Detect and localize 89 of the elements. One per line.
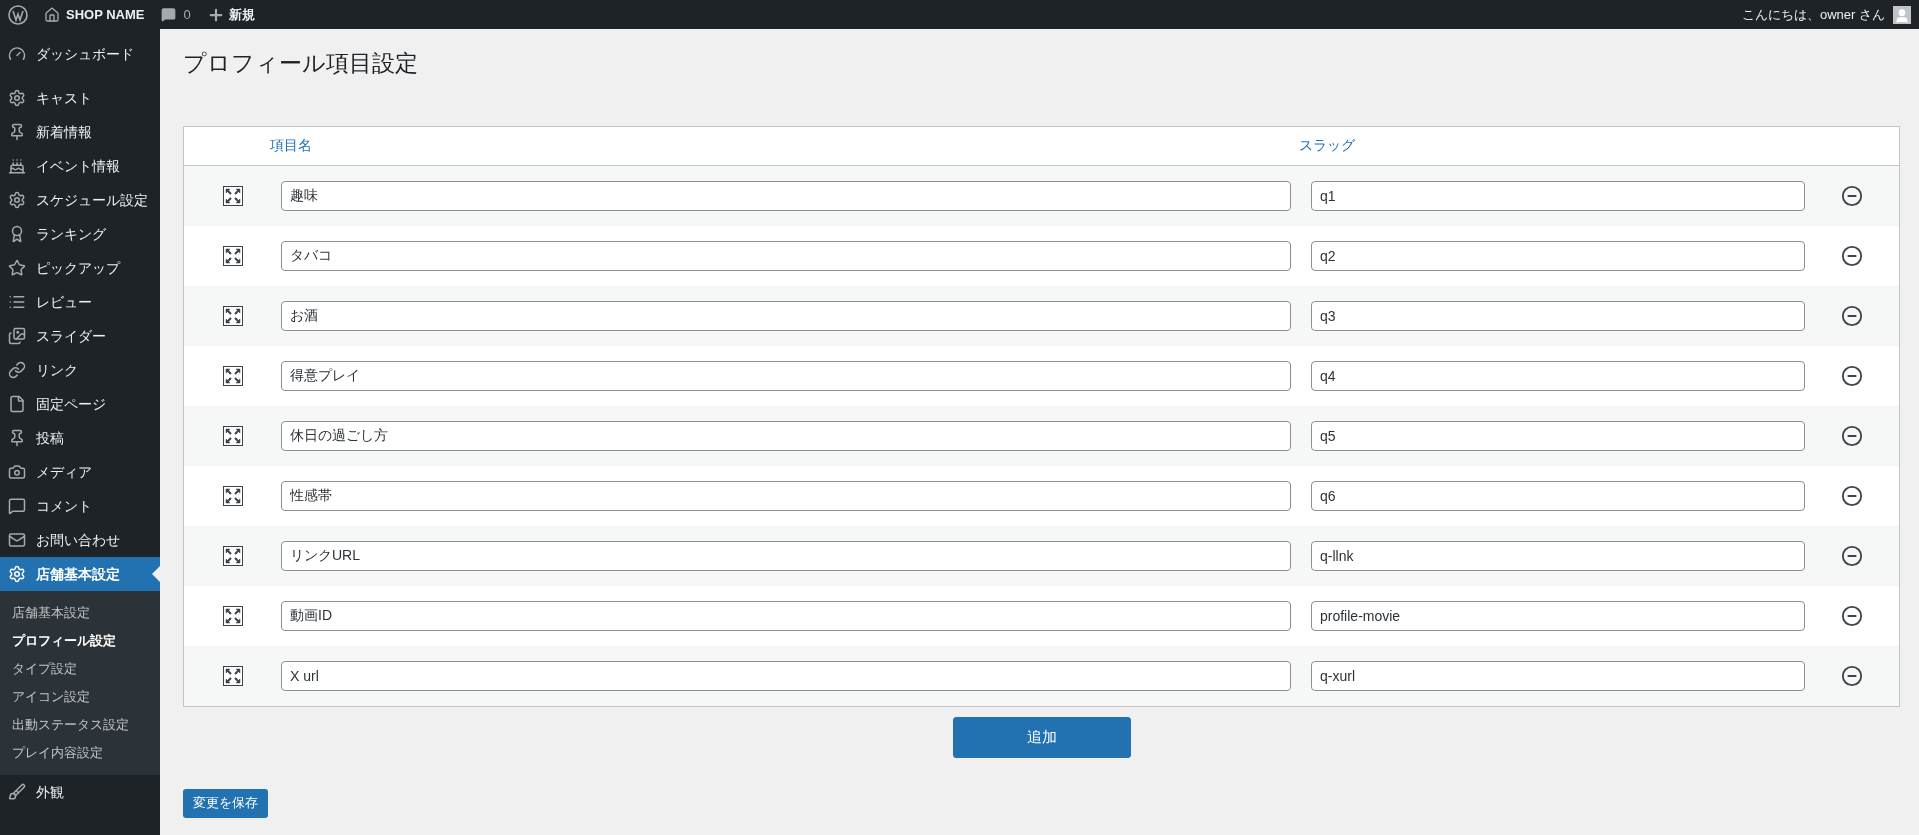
slug-input-field[interactable]: q5 <box>1311 420 1805 451</box>
submenu-item[interactable]: プレイ内容設定 <box>0 739 160 767</box>
sidebar-item[interactable]: 店舗基本設定 <box>0 557 160 591</box>
cake-icon <box>8 157 26 175</box>
sidebar-item[interactable]: 新着情報 <box>0 115 160 149</box>
save-button[interactable]: 変更を保存 <box>183 788 268 818</box>
submenu-item[interactable]: タイプ設定 <box>0 655 160 683</box>
wordpress-logo-icon[interactable] <box>8 4 28 25</box>
sidebar-item[interactable]: スライダー <box>0 319 160 353</box>
column-header: 項目名 <box>270 136 313 155</box>
submenu-item[interactable]: アイコン設定 <box>0 683 160 711</box>
expand-icon[interactable] <box>222 485 243 506</box>
expand-icon[interactable] <box>222 545 243 566</box>
slug-input-field[interactable]: q2 <box>1311 240 1805 271</box>
slug-input-field[interactable]: q4 <box>1311 360 1805 391</box>
pin-icon <box>8 429 26 447</box>
submenu-item[interactable]: プロフィール設定 <box>0 627 160 655</box>
submenu-item[interactable]: 出動ステータス設定 <box>0 711 160 739</box>
pin-icon <box>8 123 26 141</box>
name-input-field[interactable]: 得意プレイ <box>281 360 1291 391</box>
remove-icon[interactable] <box>1841 664 1863 687</box>
sidebar-item[interactable]: 固定ページ <box>0 387 160 421</box>
name-input-field[interactable]: 性感帯 <box>281 480 1291 511</box>
slug-input-field[interactable]: q-xurl <box>1311 660 1805 691</box>
name-input-field[interactable]: タバコ <box>281 240 1291 271</box>
greeting-text[interactable]: こんにちは、owner さん <box>1741 4 1885 25</box>
name-input-field[interactable]: お酒 <box>281 300 1291 331</box>
new-link[interactable]: 新規 <box>228 4 255 25</box>
expand-icon[interactable] <box>222 185 243 206</box>
submenu-item[interactable]: 店舗基本設定 <box>0 599 160 627</box>
gear-icon <box>8 565 26 583</box>
list-icon <box>8 293 26 311</box>
name-input-field[interactable]: 動画ID <box>281 600 1291 631</box>
expand-icon[interactable] <box>222 425 243 446</box>
slug-input-field[interactable]: q6 <box>1311 480 1805 511</box>
slug-input-field[interactable]: q3 <box>1311 300 1805 331</box>
column-header: スラッグ <box>1299 136 1355 155</box>
expand-icon[interactable] <box>222 365 243 386</box>
remove-icon[interactable] <box>1841 184 1863 207</box>
sidebar-item[interactable]: コメント <box>0 489 160 523</box>
camera-icon <box>8 463 26 481</box>
sidebar-item[interactable]: レビュー <box>0 285 160 319</box>
sidebar-item[interactable]: ダッシュボード <box>0 37 160 71</box>
brush-icon <box>8 783 26 801</box>
sidebar-item[interactable]: キャスト <box>0 81 160 115</box>
slug-input-field[interactable]: profile-movie <box>1311 600 1805 631</box>
link-icon <box>8 361 26 379</box>
expand-icon[interactable] <box>222 665 243 686</box>
name-input-field[interactable]: X url <box>281 660 1291 691</box>
home-icon[interactable] <box>44 6 60 23</box>
expand-icon[interactable] <box>222 605 243 626</box>
page-title: プロフィール項目設定 <box>183 49 419 78</box>
gear-icon <box>8 89 26 107</box>
sidebar-item[interactable]: ランキング <box>0 217 160 251</box>
gauge-icon <box>8 45 26 63</box>
slug-input-field[interactable]: q1 <box>1311 180 1805 211</box>
comment-count[interactable]: 0 <box>183 4 191 25</box>
comment-icon <box>8 497 26 515</box>
current-pointer-icon <box>152 566 160 582</box>
star-icon <box>8 259 26 277</box>
remove-icon[interactable] <box>1841 244 1863 267</box>
comment-icon[interactable] <box>160 7 176 22</box>
add-button[interactable]: 追加 <box>952 716 1131 758</box>
slug-input-field[interactable]: q-llnk <box>1311 540 1805 571</box>
sidebar-item[interactable]: リンク <box>0 353 160 387</box>
remove-icon[interactable] <box>1841 484 1863 507</box>
gear-icon <box>8 191 26 209</box>
gallery-icon <box>8 327 26 345</box>
sidebar-item[interactable]: スケジュール設定 <box>0 183 160 217</box>
remove-icon[interactable] <box>1841 364 1863 387</box>
remove-icon[interactable] <box>1841 604 1863 627</box>
sidebar-item[interactable]: メディア <box>0 455 160 489</box>
remove-icon[interactable] <box>1841 304 1863 327</box>
mail-icon <box>8 531 26 549</box>
sidebar-item[interactable]: ピックアップ <box>0 251 160 285</box>
sidebar-item[interactable]: 外観 <box>0 775 160 809</box>
remove-icon[interactable] <box>1841 424 1863 447</box>
remove-icon[interactable] <box>1841 544 1863 567</box>
name-input-field[interactable]: 趣味 <box>281 180 1291 211</box>
sidebar-item[interactable]: お問い合わせ <box>0 523 160 557</box>
site-name-link[interactable]: SHOP NAME <box>66 4 145 25</box>
name-input-field[interactable]: 休日の過ごし方 <box>281 420 1291 451</box>
sidebar-item[interactable]: イベント情報 <box>0 149 160 183</box>
expand-icon[interactable] <box>222 305 243 326</box>
name-input-field[interactable]: リンクURL <box>281 540 1291 571</box>
expand-icon[interactable] <box>222 245 243 266</box>
sidebar-item[interactable]: 投稿 <box>0 421 160 455</box>
page-icon <box>8 395 26 413</box>
avatar-icon[interactable] <box>1893 5 1911 24</box>
